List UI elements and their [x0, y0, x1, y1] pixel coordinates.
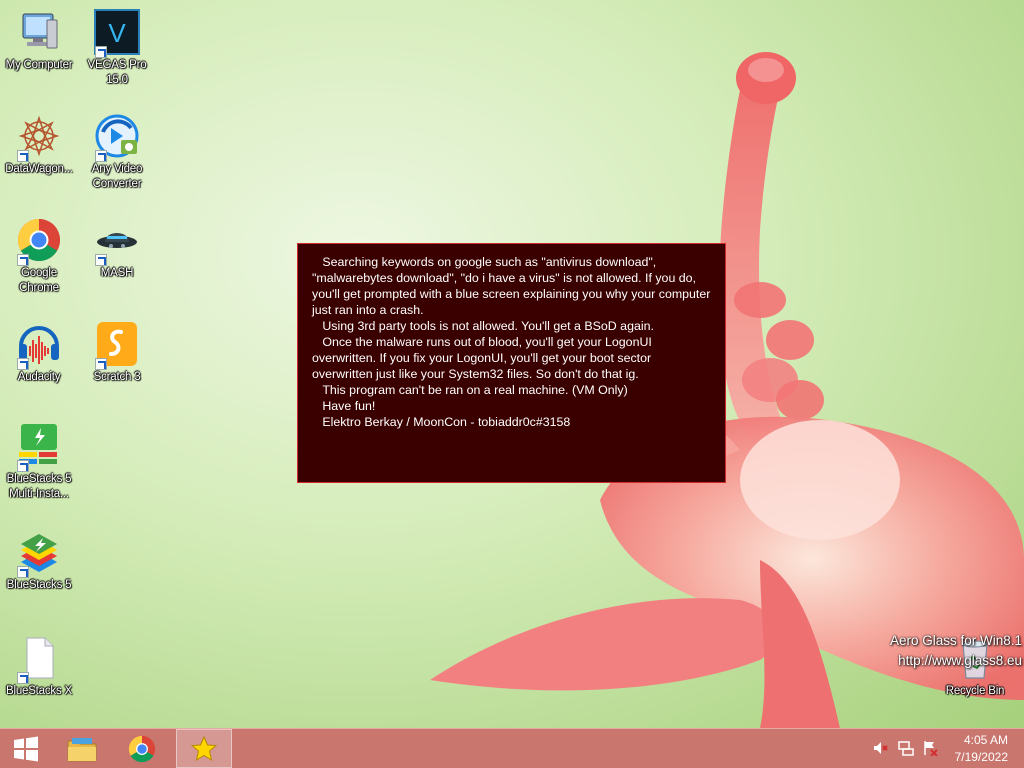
desktop-icon-label: DataWagon...: [5, 163, 73, 175]
desktop-icon-bluestacks[interactable]: BlueStacks 5: [0, 528, 78, 593]
message-line: Elektro Berkay / MoonCon - tobiaddr0c#31…: [312, 415, 571, 429]
action-center-flag-icon[interactable]: [922, 740, 938, 756]
taskbar-chrome[interactable]: [116, 729, 168, 768]
desktop-icon-label: MASH: [100, 267, 134, 279]
file-icon: [15, 634, 63, 684]
desktop-icon-vegas-pro[interactable]: V VEGAS Pro 15.0: [78, 8, 156, 88]
shortcut-arrow-icon: [95, 358, 107, 370]
desktop-icon-datawagon[interactable]: DataWagon...: [0, 112, 78, 177]
desktop-icon-label: BlueStacks 5 Multi-Insta...: [6, 473, 72, 500]
desktop-icon-label: Recycle Bin: [945, 685, 1005, 697]
clock-date: 7/19/2022: [954, 750, 1008, 764]
svg-text:V: V: [108, 18, 126, 48]
aero-glass-watermark: Aero Glass for Win8.1 http://www.glass8.…: [890, 631, 1022, 671]
chrome-icon: [128, 735, 156, 762]
scratch-icon: [93, 320, 141, 370]
network-icon[interactable]: [898, 740, 914, 756]
desktop-icon-label: Google Chrome: [19, 267, 59, 294]
message-line: This program can't be ran on a real mach…: [312, 383, 628, 397]
clock-time: 4:05 AM: [963, 733, 1008, 747]
shortcut-arrow-icon: [17, 254, 29, 266]
taskbar-clock[interactable]: 4:05 AM 7/19/2022: [955, 732, 1008, 766]
desktop-icon-label: Any Video Converter: [91, 163, 143, 190]
desktop-icon-any-video-converter[interactable]: Any Video Converter: [78, 112, 156, 192]
file-explorer-icon: [67, 737, 97, 761]
message-line: Once the malware runs out of blood, you'…: [312, 335, 656, 381]
taskbar-star-app[interactable]: [176, 729, 232, 768]
desktop-icon-label: BlueStacks X: [6, 685, 72, 697]
star-app-icon: [190, 735, 218, 761]
watermark-line: Aero Glass for Win8.1: [889, 633, 1022, 648]
desktop-icon-my-computer[interactable]: My Computer: [0, 8, 78, 73]
malware-message-box: Searching keywords on google such as "an…: [297, 243, 726, 483]
mash-icon: [93, 216, 141, 266]
desktop-icon-label: VEGAS Pro 15.0: [87, 59, 147, 86]
desktop-icon-bluestacks-multi[interactable]: BlueStacks 5 Multi-Insta...: [0, 422, 78, 502]
bluestacks-icon: [15, 528, 63, 578]
shortcut-arrow-icon: [17, 358, 29, 370]
desktop-icon-mash[interactable]: MASH: [78, 216, 156, 281]
desktop-icon-label: BlueStacks 5: [6, 579, 72, 591]
shortcut-arrow-icon: [95, 150, 107, 162]
desktop-icon-label: My Computer: [5, 59, 73, 71]
desktop-icon-bluestacks-x[interactable]: BlueStacks X: [0, 634, 78, 699]
computer-icon: [15, 8, 63, 56]
shortcut-arrow-icon: [17, 150, 29, 162]
volume-muted-icon[interactable]: [872, 740, 888, 756]
audacity-icon: [15, 320, 63, 370]
shortcut-arrow-icon: [17, 566, 29, 578]
vegas-pro-icon: V: [93, 8, 141, 58]
shortcut-arrow-icon: [17, 460, 29, 472]
start-windows-icon: [14, 736, 38, 761]
chrome-icon: [15, 216, 63, 266]
taskbar-file-explorer[interactable]: [56, 729, 108, 768]
any-video-converter-icon: [93, 112, 141, 162]
start-button[interactable]: [0, 729, 52, 768]
shortcut-arrow-icon: [95, 46, 107, 58]
desktop-icon-google-chrome[interactable]: Google Chrome: [0, 216, 78, 296]
message-line: Using 3rd party tools is not allowed. Yo…: [312, 319, 654, 333]
watermark-line: http://www.glass8.eu: [898, 653, 1022, 668]
shortcut-arrow-icon: [17, 672, 29, 684]
message-line: Have fun!: [312, 399, 376, 413]
desktop-icon-audacity[interactable]: Audacity: [0, 320, 78, 385]
desktop-icon-scratch[interactable]: Scratch 3: [78, 320, 156, 385]
desktop-icon-label: Scratch 3: [93, 371, 141, 383]
shortcut-arrow-icon: [95, 254, 107, 266]
desktop-icon-label: Audacity: [17, 371, 61, 383]
bluestacks-multi-icon: [15, 422, 63, 472]
taskbar: [0, 728, 1024, 768]
datawagon-icon: [15, 112, 63, 162]
desktop[interactable]: My Computer DataWagon... Google Chrome A…: [0, 0, 1024, 728]
message-line: Searching keywords on google such as "an…: [312, 255, 714, 317]
